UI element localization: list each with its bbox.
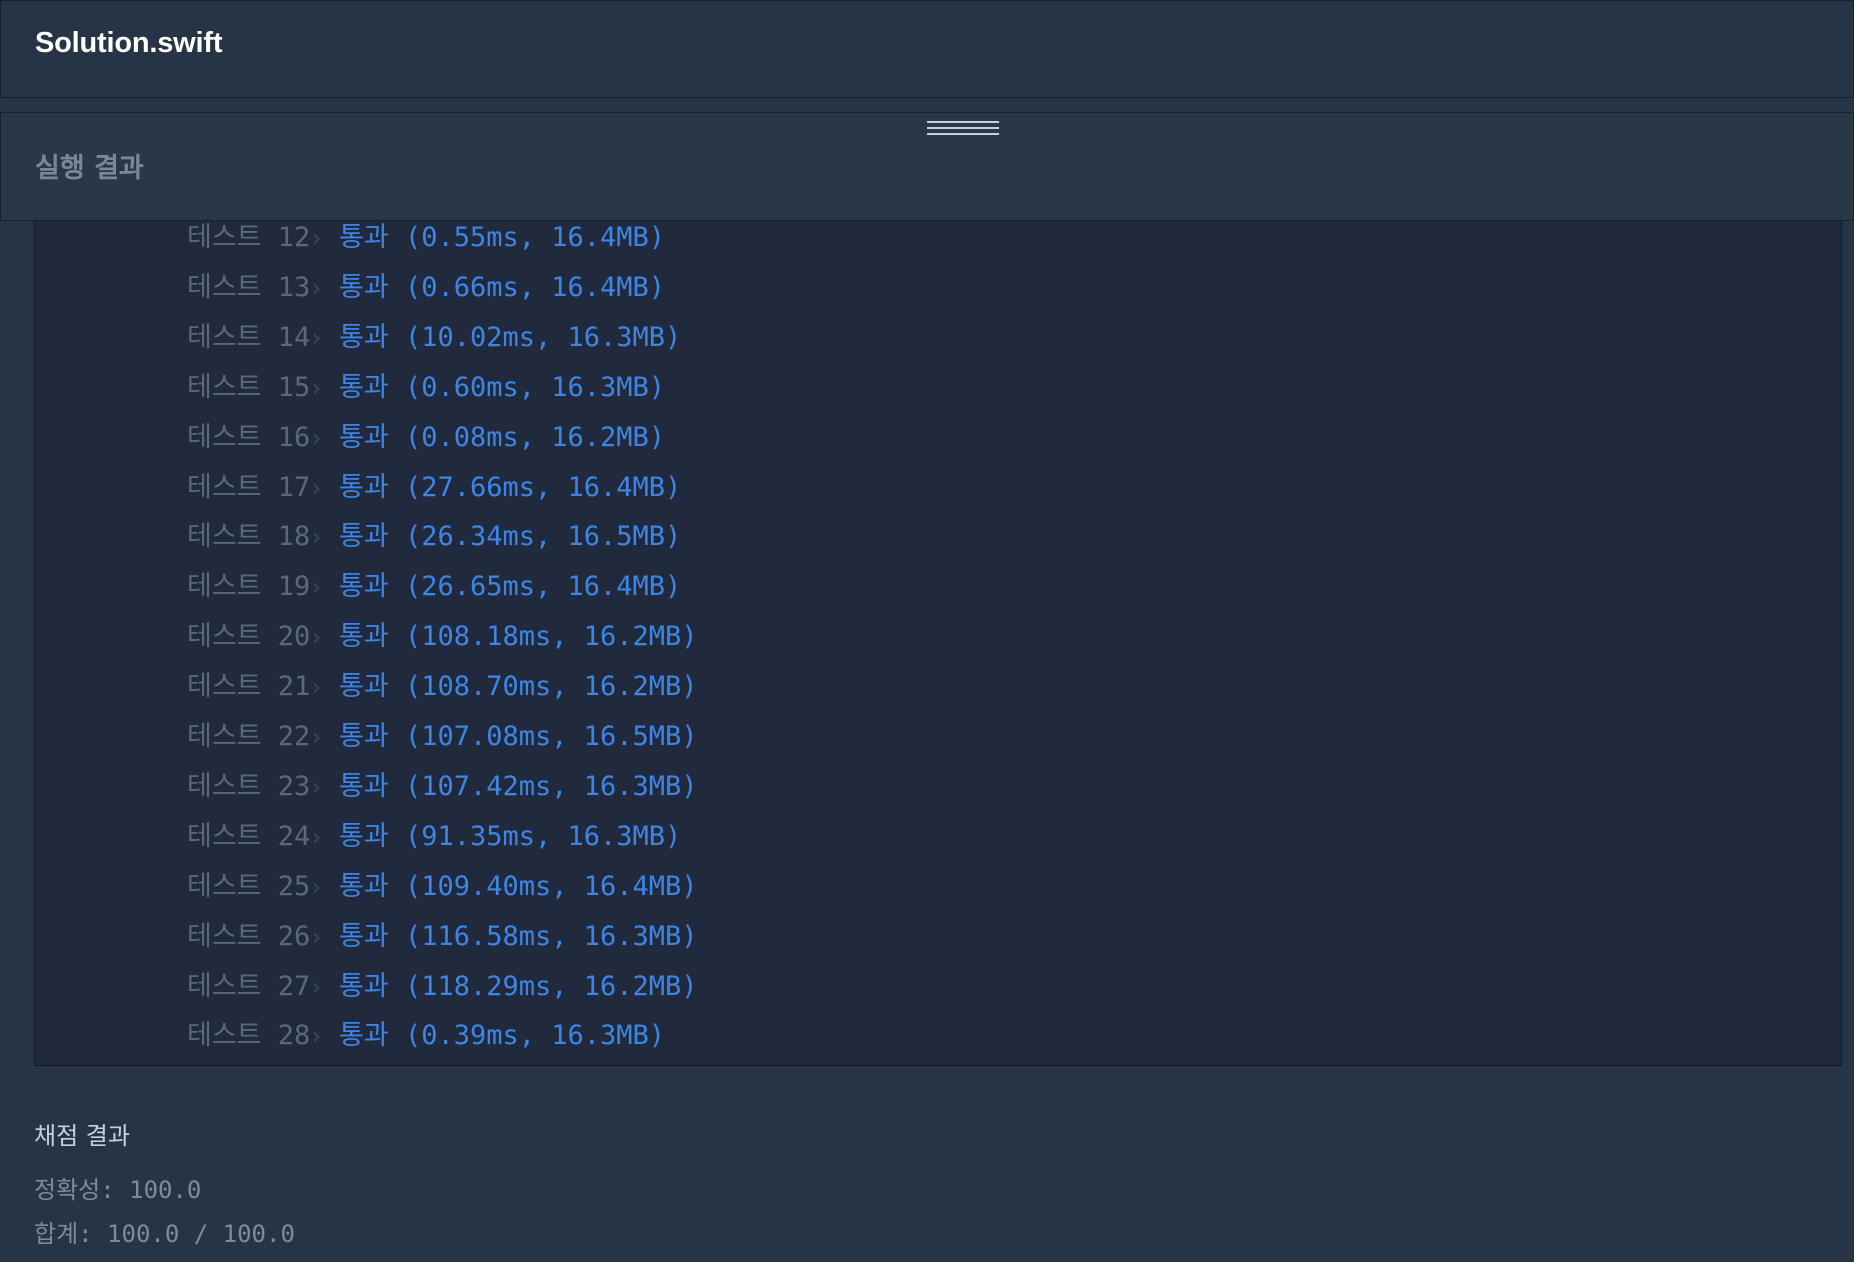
file-header: Solution.swift <box>0 0 1854 98</box>
chevron-right-icon: › <box>309 623 324 652</box>
test-status: 통과 <box>339 671 389 703</box>
test-detail: (0.08ms, 16.2MB) <box>404 421 666 453</box>
test-row: 테스트 22› 통과 (107.08ms, 16.5MB) <box>187 717 698 757</box>
chevron-right-icon: › <box>309 323 324 352</box>
chevron-right-icon: › <box>309 373 324 402</box>
test-label: 테스트 24 <box>187 820 311 852</box>
file-title: Solution.swift <box>35 27 223 59</box>
chevron-right-icon: › <box>309 972 324 1001</box>
test-detail: (27.66ms, 16.4MB) <box>404 471 682 503</box>
test-status: 통과 <box>339 521 389 553</box>
test-detail: (108.18ms, 16.2MB) <box>404 621 698 653</box>
test-detail: (109.40ms, 16.4MB) <box>404 870 698 902</box>
test-label: 테스트 20 <box>187 621 311 653</box>
test-row: 테스트 24› 통과 (91.35ms, 16.3MB) <box>187 817 681 857</box>
grade-title: 채점 결과 <box>34 1122 130 1150</box>
test-label: 테스트 26 <box>187 920 311 952</box>
test-row: 테스트 28› 통과 (0.39ms, 16.3MB) <box>187 1016 665 1056</box>
test-detail: (0.66ms, 16.4MB) <box>404 271 666 303</box>
chevron-right-icon: › <box>309 523 324 552</box>
test-row: 테스트 16› 통과 (0.08ms, 16.2MB) <box>187 418 665 458</box>
total-score: 합계: 100.0 / 100.0 <box>34 1220 295 1248</box>
result-title: 실행 결과 <box>35 153 144 184</box>
test-row: 테스트 20› 통과 (108.18ms, 16.2MB) <box>187 617 698 657</box>
test-row: 테스트 19› 통과 (26.65ms, 16.4MB) <box>187 567 681 607</box>
chevron-right-icon: › <box>309 872 324 901</box>
test-result-list[interactable]: 테스트 12› 통과 (0.55ms, 16.4MB) 테스트 13› 통과 (0.6… <box>34 221 1842 1066</box>
chevron-right-icon: › <box>309 423 324 452</box>
chevron-right-icon: › <box>309 273 324 302</box>
test-row: 테스트 14› 통과 (10.02ms, 16.3MB) <box>187 318 681 358</box>
drag-handle-icon[interactable] <box>927 121 999 139</box>
test-row: 테스트 25› 통과 (109.40ms, 16.4MB) <box>187 867 698 907</box>
test-status: 통과 <box>339 970 389 1002</box>
chevron-right-icon: › <box>309 224 324 252</box>
test-status: 통과 <box>339 870 389 902</box>
test-detail: (26.65ms, 16.4MB) <box>404 571 682 603</box>
test-label: 테스트 21 <box>187 671 311 703</box>
test-label: 테스트 12 <box>187 222 311 253</box>
panel-divider <box>0 98 1854 112</box>
chevron-right-icon: › <box>309 822 324 851</box>
test-status: 통과 <box>339 222 389 253</box>
test-status: 통과 <box>339 371 389 403</box>
test-detail: (26.34ms, 16.5MB) <box>404 521 682 553</box>
chevron-right-icon: › <box>309 473 324 502</box>
test-status: 통과 <box>339 721 389 752</box>
test-label: 테스트 28 <box>187 1020 311 1052</box>
test-detail: (116.58ms, 16.3MB) <box>404 920 698 952</box>
test-detail: (91.35ms, 16.3MB) <box>404 820 682 852</box>
test-detail: (118.29ms, 16.2MB) <box>404 970 698 1002</box>
chevron-right-icon: › <box>309 723 324 751</box>
test-detail: (10.02ms, 16.3MB) <box>404 321 682 353</box>
result-header: 실행 결과 <box>0 112 1854 221</box>
test-detail: (107.42ms, 16.3MB) <box>404 770 698 802</box>
test-status: 통과 <box>339 1020 389 1052</box>
test-label: 테스트 27 <box>187 970 311 1002</box>
accuracy-score: 정확성: 100.0 <box>34 1176 202 1204</box>
chevron-right-icon: › <box>309 922 324 951</box>
chevron-right-icon: › <box>309 1022 324 1051</box>
test-row: 테스트 21› 통과 (108.70ms, 16.2MB) <box>187 667 698 707</box>
test-detail: (0.55ms, 16.4MB) <box>404 222 666 253</box>
chevron-right-icon: › <box>309 673 324 702</box>
test-row: 테스트 17› 통과 (27.66ms, 16.4MB) <box>187 468 681 508</box>
chevron-right-icon: › <box>309 772 324 801</box>
test-status: 통과 <box>339 271 389 303</box>
test-status: 통과 <box>339 571 389 603</box>
test-status: 통과 <box>339 920 389 952</box>
test-row: 테스트 27› 통과 (118.29ms, 16.2MB) <box>187 967 698 1007</box>
test-status: 통과 <box>339 820 389 852</box>
test-detail: (0.39ms, 16.3MB) <box>404 1020 666 1052</box>
test-row: 테스트 12› 통과 (0.55ms, 16.4MB) <box>187 221 665 258</box>
test-row: 테스트 13› 통과 (0.66ms, 16.4MB) <box>187 268 665 308</box>
test-status: 통과 <box>339 471 389 503</box>
test-label: 테스트 19 <box>187 571 311 603</box>
test-row: 테스트 15› 통과 (0.60ms, 16.3MB) <box>187 368 665 408</box>
test-status: 통과 <box>339 421 389 453</box>
test-label: 테스트 18 <box>187 521 311 553</box>
test-label: 테스트 13 <box>187 271 311 303</box>
test-row: 테스트 18› 통과 (26.34ms, 16.5MB) <box>187 517 681 557</box>
test-label: 테스트 25 <box>187 870 311 902</box>
test-detail: (107.08ms, 16.5MB) <box>404 721 698 752</box>
test-status: 통과 <box>339 621 389 653</box>
test-label: 테스트 23 <box>187 770 311 802</box>
test-detail: (0.60ms, 16.3MB) <box>404 371 666 403</box>
test-status: 통과 <box>339 770 389 802</box>
test-label: 테스트 14 <box>187 321 311 353</box>
test-status: 통과 <box>339 321 389 353</box>
test-label: 테스트 16 <box>187 421 311 453</box>
chevron-right-icon: › <box>309 573 324 602</box>
test-label: 테스트 22 <box>187 721 311 752</box>
test-row: 테스트 26› 통과 (116.58ms, 16.3MB) <box>187 917 698 957</box>
test-label: 테스트 17 <box>187 471 311 503</box>
test-detail: (108.70ms, 16.2MB) <box>404 671 698 703</box>
test-label: 테스트 15 <box>187 371 311 403</box>
test-row: 테스트 23› 통과 (107.42ms, 16.3MB) <box>187 767 698 807</box>
